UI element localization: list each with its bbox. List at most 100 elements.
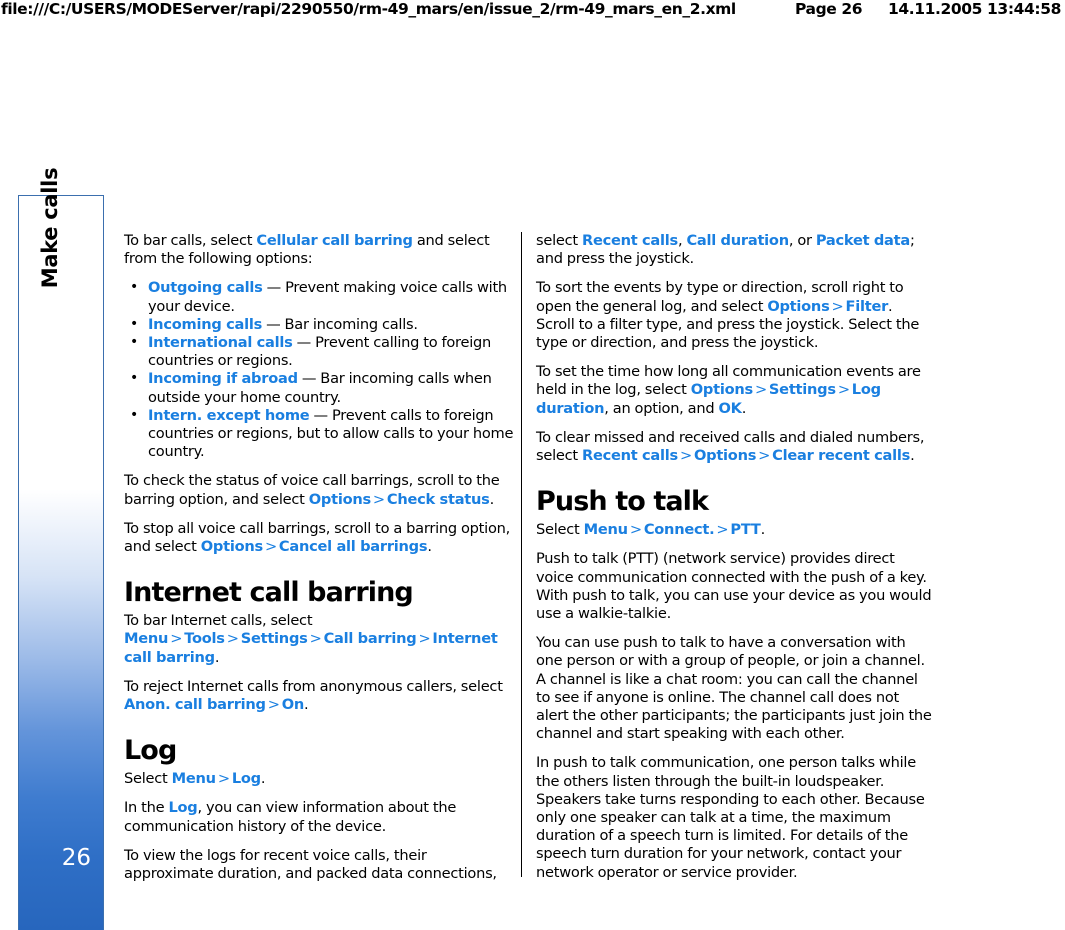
paragraph-check-status: To check the status of voice call barrin… — [124, 472, 520, 508]
link-options[interactable]: Options — [201, 538, 263, 555]
path-separator: > — [264, 538, 277, 556]
list-item: Incoming if abroad — Bar incoming calls … — [124, 369, 520, 406]
link-anon-call-barring[interactable]: Anon. call barring — [124, 696, 266, 713]
paragraph-view-logs: To view the logs for recent voice calls,… — [124, 846, 497, 883]
path-separator: > — [309, 630, 322, 648]
link-call-duration[interactable]: Call duration — [686, 232, 789, 249]
bar-internet-text: To bar Internet calls, select — [124, 612, 313, 630]
link-incoming-calls[interactable]: Incoming calls — [148, 316, 262, 333]
heading-push-to-talk: Push to talk — [536, 486, 709, 518]
link-menu[interactable]: Menu — [172, 770, 216, 787]
log-duration-period: . — [741, 399, 747, 417]
paragraph-clear-recent-calls: To clear missed and received calls and d… — [536, 429, 932, 465]
print-header-url: file:///C:/USERS/MODEServer/rapi/2290550… — [1, 0, 736, 18]
link-log[interactable]: Log — [168, 799, 197, 816]
link-ptt[interactable]: PTT — [730, 521, 760, 538]
list-item-description: — Bar incoming calls. — [262, 315, 418, 333]
text-column-right: select Recent calls, Call duration, or P… — [536, 232, 932, 893]
heading-internet-call-barring: Internet call barring — [124, 577, 414, 609]
list-item: Intern. except home — Prevent calls to f… — [124, 406, 520, 462]
paragraph-ptt-speech-turns: In push to talk communication, one perso… — [536, 754, 925, 881]
list-item: Incoming calls — Bar incoming calls. — [124, 315, 520, 334]
link-options[interactable]: Options — [309, 491, 371, 508]
select-log-text: Select — [124, 770, 172, 788]
check-status-period: . — [489, 490, 495, 508]
link-intern-except-home[interactable]: Intern. except home — [148, 407, 310, 424]
link-settings[interactable]: Settings — [241, 630, 308, 647]
link-settings[interactable]: Settings — [769, 381, 836, 398]
path-separator: > — [754, 381, 767, 399]
reject-anon-text: To reject Internet calls from anonymous … — [124, 677, 503, 695]
link-menu[interactable]: Menu — [124, 630, 168, 647]
list-item: International calls — Prevent calling to… — [124, 333, 520, 370]
link-recent-calls[interactable]: Recent calls — [582, 447, 678, 464]
link-outgoing-calls[interactable]: Outgoing calls — [148, 279, 263, 296]
select-log-period: . — [260, 770, 266, 788]
select-ptt-period: . — [760, 521, 766, 539]
link-clear-recent-calls[interactable]: Clear recent calls — [772, 447, 910, 464]
heading-log: Log — [124, 735, 177, 767]
path-separator: > — [226, 630, 239, 648]
paragraph-in-the-log: In the Log, you can view information abo… — [124, 799, 520, 835]
path-separator: > — [372, 490, 385, 508]
intro-text-before: To bar calls, select — [124, 232, 257, 249]
path-separator: > — [217, 770, 230, 788]
path-separator: > — [629, 521, 642, 539]
link-filter[interactable]: Filter — [846, 298, 889, 315]
link-options[interactable]: Options — [691, 381, 753, 398]
cont-text-3: , or — [788, 232, 816, 249]
link-recent-calls[interactable]: Recent calls — [582, 232, 678, 249]
select-ptt-text: Select — [536, 521, 584, 539]
link-log[interactable]: Log — [232, 770, 261, 787]
in-the-log-text: In the — [124, 799, 169, 817]
print-header: file:///C:/USERS/MODEServer/rapi/2290550… — [0, 0, 1065, 22]
link-packet-data[interactable]: Packet data — [816, 232, 910, 249]
link-cancel-all-barrings[interactable]: Cancel all barrings — [279, 538, 428, 555]
bar-internet-period: . — [214, 648, 220, 666]
link-on[interactable]: On — [282, 696, 305, 713]
path-separator: > — [831, 297, 844, 315]
barring-options-list: Outgoing calls — Prevent making voice ca… — [124, 278, 520, 462]
paragraph-bar-calls-intro: To bar calls, select Cellular call barri… — [124, 232, 520, 268]
reject-anon-period: . — [304, 696, 309, 714]
print-header-datetime: 14.11.2005 13:44:58 — [888, 0, 1061, 18]
link-cellular-call-barring[interactable]: Cellular call barring — [256, 232, 413, 249]
clear-calls-period: . — [910, 447, 915, 465]
cont-text-1: select — [536, 232, 582, 249]
link-connect[interactable]: Connect. — [644, 521, 715, 538]
paragraph-log-duration: To set the time how long all communicati… — [536, 363, 932, 418]
link-international-calls[interactable]: International calls — [148, 334, 293, 351]
paragraph-ptt-description: Push to talk (PTT) (network service) pro… — [536, 550, 932, 623]
path-separator: > — [170, 630, 183, 648]
link-options[interactable]: Options — [767, 298, 829, 315]
link-menu[interactable]: Menu — [584, 521, 628, 538]
column-divider — [521, 232, 522, 877]
paragraph-reject-anonymous: To reject Internet calls from anonymous … — [124, 678, 520, 714]
paragraph-select-log: Select Menu > Log. — [124, 770, 520, 788]
chapter-side-tab — [18, 195, 104, 930]
path-separator: > — [679, 447, 692, 465]
path-separator: > — [716, 521, 729, 539]
print-header-page: Page 26 — [795, 0, 863, 18]
text-column-left: To bar calls, select Cellular call barri… — [124, 232, 520, 894]
paragraph-select-ptt: Select Menu > Connect. > PTT. — [536, 521, 932, 539]
page-number: 26 — [61, 845, 91, 871]
paragraph-stop-barrings: To stop all voice call barrings, scroll … — [124, 520, 520, 556]
link-incoming-if-abroad[interactable]: Incoming if abroad — [148, 370, 298, 387]
paragraph-sort-events: To sort the events by type or direction,… — [536, 279, 932, 352]
link-options[interactable]: Options — [694, 447, 756, 464]
paragraph-select-recent-calls: select Recent calls, Call duration, or P… — [536, 232, 932, 268]
paragraph-ptt-channels: You can use push to talk to have a conve… — [536, 634, 932, 743]
link-call-barring[interactable]: Call barring — [324, 630, 417, 647]
list-item: Outgoing calls — Prevent making voice ca… — [124, 278, 520, 315]
path-separator: > — [837, 381, 850, 399]
link-tools[interactable]: Tools — [184, 630, 225, 647]
stop-barrings-period: . — [427, 538, 432, 556]
path-separator: > — [758, 447, 771, 465]
link-check-status[interactable]: Check status — [387, 491, 490, 508]
link-ok[interactable]: OK — [718, 400, 741, 417]
chapter-title-vertical: Make calls — [38, 167, 62, 289]
path-separator: > — [267, 696, 280, 714]
path-separator: > — [418, 630, 431, 648]
paragraph-bar-internet-calls: To bar Internet calls, select Menu > Tools… — [124, 612, 520, 667]
